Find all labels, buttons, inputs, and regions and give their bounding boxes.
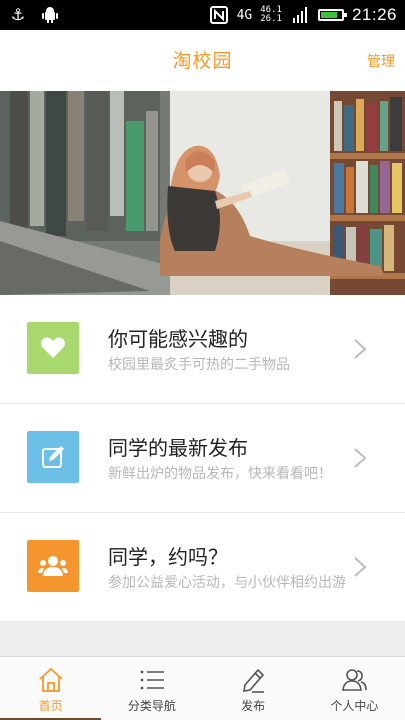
card-title: 你可能感兴趣的: [108, 327, 248, 351]
chevron-right-icon: [354, 339, 367, 359]
signal-icon: [290, 6, 310, 24]
nfc-icon: [209, 6, 229, 24]
group-icon: [38, 556, 68, 576]
tab-label: 发布: [241, 699, 266, 713]
card-title: 同学的最新发布: [108, 436, 248, 460]
chevron-right-icon: [354, 448, 367, 468]
manage-button[interactable]: 管理: [367, 51, 395, 71]
tab-category[interactable]: 分类导航: [101, 657, 202, 720]
bottom-tab-bar: 首页 分类导航 发布 个人中心: [0, 656, 405, 720]
edit-icon: [42, 446, 64, 468]
card-subtitle: 新鲜出炉的物品发布，快来看看吧！: [108, 466, 332, 482]
feature-list: 你可能感兴趣的 校园里最炙手可热的二手物品 同学的最新发布 新鲜出炉的物品发布，…: [0, 295, 405, 622]
card-subtitle: 参加公益爱心活动，与小伙伴相约出游: [108, 575, 346, 591]
heart-icon: [41, 337, 65, 358]
app-screen: ⚓ 4G 46.1 26.1 21:26 淘校园 管理 你可能感兴趣的 校园里最…: [0, 0, 405, 720]
network-type: 4G: [236, 7, 253, 23]
card-title: 同学，约吗？: [108, 545, 228, 569]
meetup-tile: [27, 540, 79, 592]
network-speed: 46.1 26.1: [260, 6, 282, 24]
page-title: 淘校园: [172, 50, 233, 72]
status-bar: ⚓ 4G 46.1 26.1 21:26: [0, 0, 405, 30]
card-meetup[interactable]: 同学，约吗？ 参加公益爱心活动，与小伙伴相约出游: [0, 513, 405, 622]
status-left: ⚓: [8, 6, 60, 24]
clock: 21:26: [351, 5, 397, 24]
home-icon: [39, 667, 63, 692]
battery-level: [320, 12, 337, 18]
list-icon: [140, 670, 164, 690]
tab-profile[interactable]: 个人中心: [304, 657, 405, 720]
tab-home[interactable]: 首页: [0, 657, 101, 720]
android-icon: [40, 6, 60, 24]
speed-down: 26.1: [260, 14, 282, 24]
battery-icon: [317, 9, 347, 21]
card-interest[interactable]: 你可能感兴趣的 校园里最炙手可热的二手物品: [0, 295, 405, 404]
card-subtitle: 校园里最炙手可热的二手物品: [108, 357, 290, 373]
tab-label: 个人中心: [330, 699, 379, 713]
interest-tile: [27, 322, 79, 374]
app-header: 淘校园 管理: [0, 30, 405, 92]
library-reading-photo: [0, 91, 405, 295]
tab-publish[interactable]: 发布: [203, 657, 304, 720]
chevron-right-icon: [354, 557, 367, 577]
tab-label: 首页: [38, 699, 63, 713]
usb-icon: ⚓: [10, 5, 26, 24]
user-group-icon: [342, 669, 368, 691]
status-right: 4G 46.1 26.1 21:26: [209, 5, 397, 25]
latest-tile: [27, 431, 79, 483]
banner-image[interactable]: [0, 91, 405, 295]
pen-icon: [243, 668, 265, 693]
tab-label: 分类导航: [127, 699, 176, 713]
card-latest[interactable]: 同学的最新发布 新鲜出炉的物品发布，快来看看吧！: [0, 404, 405, 513]
